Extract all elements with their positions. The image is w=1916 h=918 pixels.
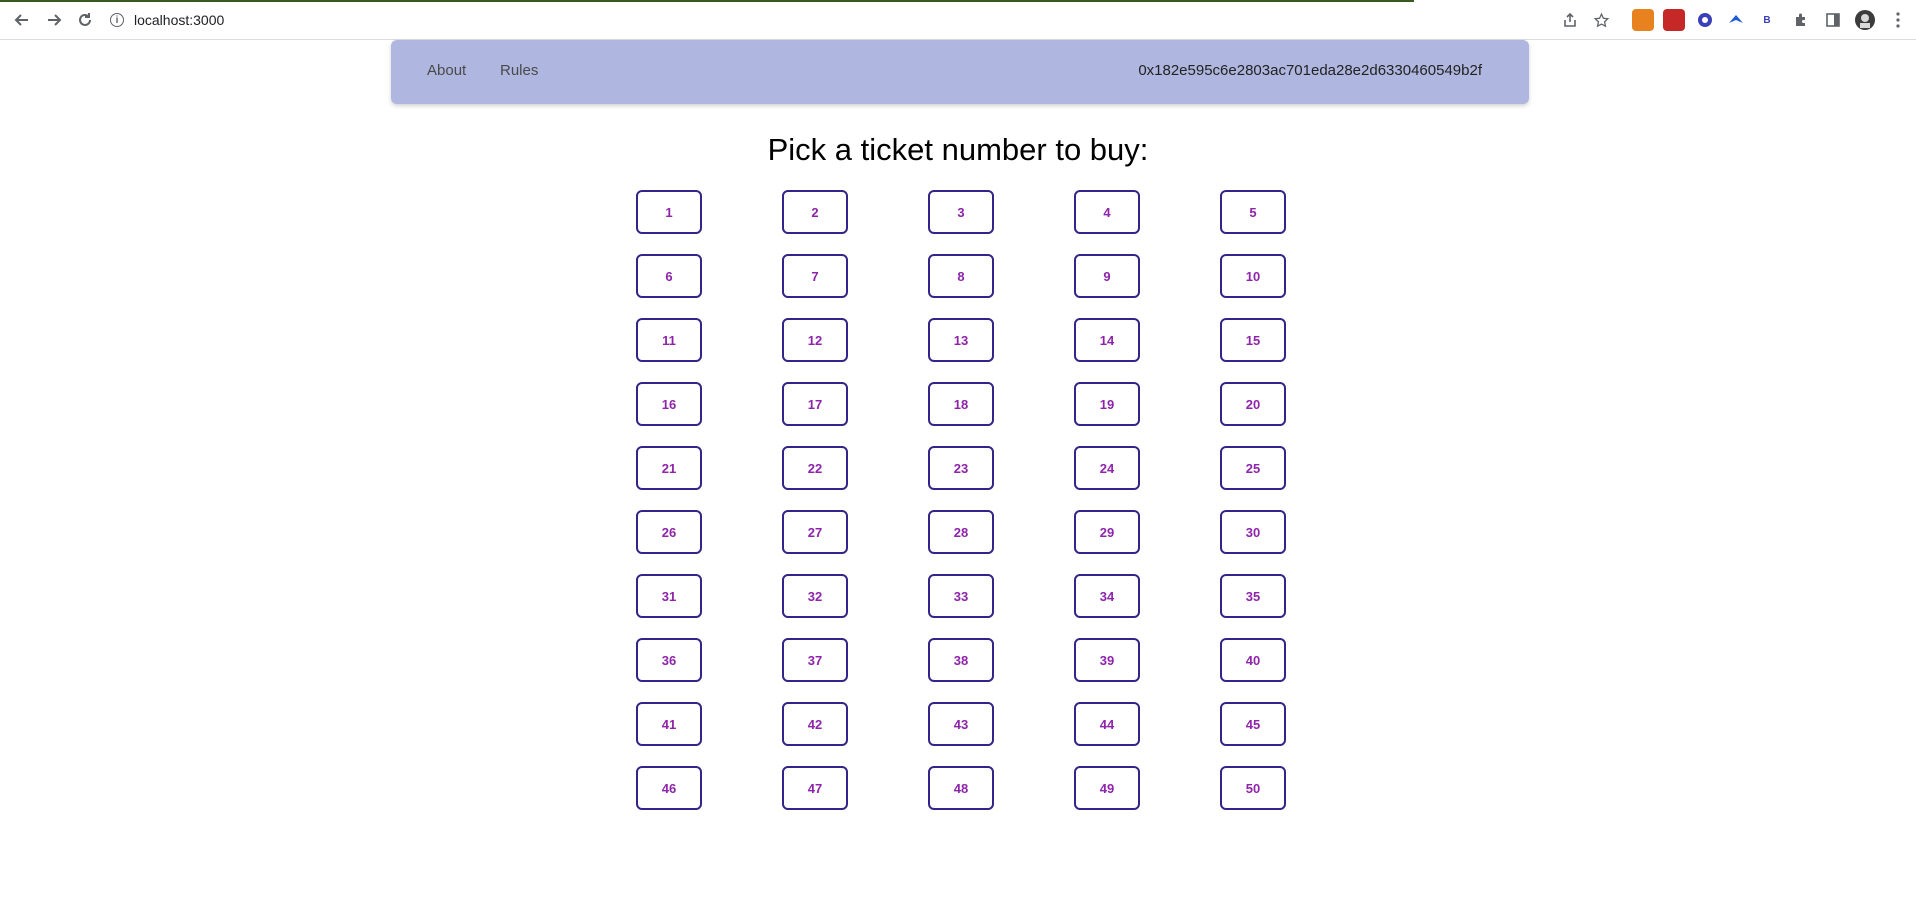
fox-extension-icon[interactable] [1632, 9, 1654, 31]
star-icon[interactable] [1590, 9, 1612, 31]
ticket-button-27[interactable]: 27 [782, 510, 848, 554]
app-header: About Rules 0x182e595c6e2803ac701eda28e2… [391, 40, 1529, 104]
ticket-button-19[interactable]: 19 [1074, 382, 1140, 426]
side-panel-icon[interactable] [1822, 9, 1844, 31]
ticket-button-16[interactable]: 16 [636, 382, 702, 426]
ticket-button-15[interactable]: 15 [1220, 318, 1286, 362]
ticket-button-11[interactable]: 11 [636, 318, 702, 362]
avatar[interactable] [1854, 9, 1876, 31]
ticket-button-38[interactable]: 38 [928, 638, 994, 682]
ticket-button-28[interactable]: 28 [928, 510, 994, 554]
ticket-button-39[interactable]: 39 [1074, 638, 1140, 682]
ticket-button-9[interactable]: 9 [1074, 254, 1140, 298]
site-info-icon[interactable]: i [110, 13, 124, 27]
ticket-button-49[interactable]: 49 [1074, 766, 1140, 810]
ticket-button-22[interactable]: 22 [782, 446, 848, 490]
ticket-button-3[interactable]: 3 [928, 190, 994, 234]
ticket-button-10[interactable]: 10 [1220, 254, 1286, 298]
ticket-button-42[interactable]: 42 [782, 702, 848, 746]
circle-extension-icon[interactable] [1694, 9, 1716, 31]
ticket-button-36[interactable]: 36 [636, 638, 702, 682]
nav-about-link[interactable]: About [427, 62, 466, 79]
red-extension-icon[interactable] [1663, 9, 1685, 31]
address-bar[interactable]: i localhost:3000 [110, 6, 1550, 34]
wallet-address: 0x182e595c6e2803ac701eda28e2d6330460549b… [1138, 62, 1482, 79]
ticket-button-30[interactable]: 30 [1220, 510, 1286, 554]
back-arrow-icon[interactable] [10, 8, 34, 32]
ticket-button-23[interactable]: 23 [928, 446, 994, 490]
ticket-button-32[interactable]: 32 [782, 574, 848, 618]
ticket-button-43[interactable]: 43 [928, 702, 994, 746]
ticket-button-47[interactable]: 47 [782, 766, 848, 810]
ticket-button-12[interactable]: 12 [782, 318, 848, 362]
ticket-button-33[interactable]: 33 [928, 574, 994, 618]
ticket-button-13[interactable]: 13 [928, 318, 994, 362]
ticket-button-26[interactable]: 26 [636, 510, 702, 554]
ticket-button-31[interactable]: 31 [636, 574, 702, 618]
ticket-grid: 1 2 3 4 5 6 7 8 9 10 11 12 13 14 15 16 17 18 19 20 21 22 23 24 2… [636, 190, 1286, 810]
ticket-button-4[interactable]: 4 [1074, 190, 1140, 234]
ticket-button-2[interactable]: 2 [782, 190, 848, 234]
ticket-button-40[interactable]: 40 [1220, 638, 1286, 682]
nav-rules-link[interactable]: Rules [500, 62, 538, 79]
ticket-button-25[interactable]: 25 [1220, 446, 1286, 490]
ticket-button-44[interactable]: 44 [1074, 702, 1140, 746]
ticket-button-21[interactable]: 21 [636, 446, 702, 490]
kebab-menu-icon[interactable] [1887, 9, 1909, 31]
forward-arrow-icon[interactable] [42, 8, 66, 32]
ticket-button-48[interactable]: 48 [928, 766, 994, 810]
ticket-button-18[interactable]: 18 [928, 382, 994, 426]
ticket-button-7[interactable]: 7 [782, 254, 848, 298]
ticket-button-29[interactable]: 29 [1074, 510, 1140, 554]
browser-toolbar: i localhost:3000 B [0, 0, 1916, 40]
page-load-progress [0, 0, 1414, 2]
ticket-button-1[interactable]: 1 [636, 190, 702, 234]
b-extension-icon[interactable]: B [1756, 9, 1778, 31]
ticket-button-41[interactable]: 41 [636, 702, 702, 746]
ticket-button-24[interactable]: 24 [1074, 446, 1140, 490]
url-text[interactable]: localhost:3000 [134, 12, 224, 28]
ticket-button-6[interactable]: 6 [636, 254, 702, 298]
ticket-button-35[interactable]: 35 [1220, 574, 1286, 618]
reload-icon[interactable] [73, 8, 97, 32]
puzzle-icon[interactable] [1790, 9, 1812, 31]
ticket-button-45[interactable]: 45 [1220, 702, 1286, 746]
ticket-button-14[interactable]: 14 [1074, 318, 1140, 362]
ticket-button-5[interactable]: 5 [1220, 190, 1286, 234]
share-icon[interactable] [1559, 9, 1581, 31]
ticket-button-8[interactable]: 8 [928, 254, 994, 298]
ticket-button-37[interactable]: 37 [782, 638, 848, 682]
wing-extension-icon[interactable] [1725, 9, 1747, 31]
ticket-button-50[interactable]: 50 [1220, 766, 1286, 810]
page-title: Pick a ticket number to buy: [767, 132, 1149, 167]
ticket-button-34[interactable]: 34 [1074, 574, 1140, 618]
ticket-button-17[interactable]: 17 [782, 382, 848, 426]
ticket-button-46[interactable]: 46 [636, 766, 702, 810]
ticket-button-20[interactable]: 20 [1220, 382, 1286, 426]
